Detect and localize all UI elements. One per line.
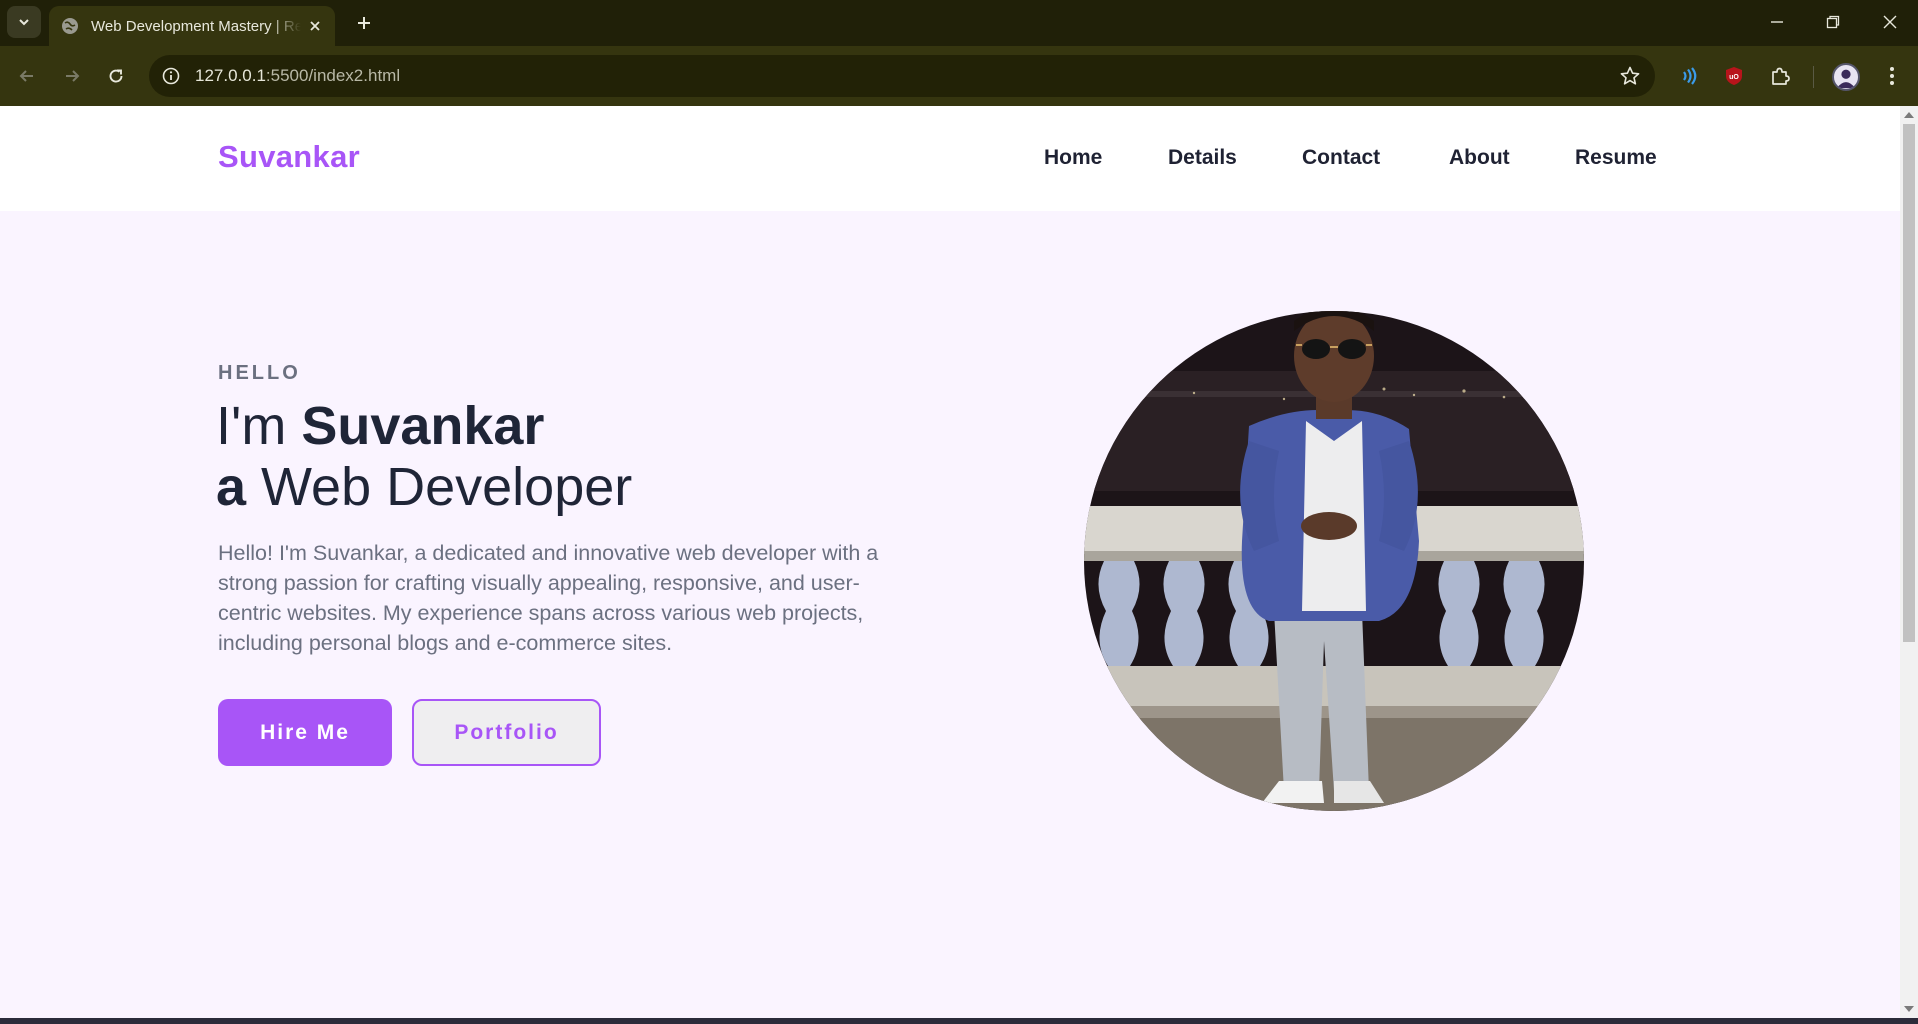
bookmark-star-icon[interactable] <box>1619 65 1641 87</box>
tab-search-button[interactable] <box>7 6 41 38</box>
hero-headline: I'm Suvankar a Web Developer <box>216 396 632 518</box>
arrow-right-icon <box>66 70 80 82</box>
close-icon <box>1883 15 1897 29</box>
globe-icon <box>62 18 78 34</box>
nav-about[interactable]: About <box>1449 146 1510 170</box>
scroll-up-arrow[interactable] <box>1904 112 1914 118</box>
close-window-button[interactable] <box>1862 0 1918 44</box>
headline-prefix: I'm <box>216 396 302 456</box>
forward-button[interactable] <box>56 60 88 92</box>
site-header: Suvankar Home Details Contact About Resu… <box>0 106 1900 211</box>
reload-icon <box>109 69 123 83</box>
close-icon <box>310 21 320 31</box>
profile-avatar[interactable] <box>1832 63 1860 91</box>
puzzle-icon <box>1772 67 1790 85</box>
minimize-icon <box>1771 21 1783 23</box>
url-host: 127.0.0.1 <box>195 66 266 85</box>
hero-bio: Hello! I'm Suvankar, a dedicated and inn… <box>218 541 879 655</box>
nav-contact[interactable]: Contact <box>1302 146 1380 170</box>
address-bar[interactable]: 127.0.0.1:5500/index2.html <box>149 55 1655 97</box>
shield-icon: uO <box>1726 67 1742 85</box>
scroll-down-arrow[interactable] <box>1904 1006 1914 1012</box>
headline-name: Suvankar <box>301 396 545 456</box>
signal-wave-icon <box>1683 67 1697 85</box>
page-viewport: Suvankar Home Details Contact About Resu… <box>0 106 1900 1018</box>
tab-title: Web Development Mastery | Re <box>91 17 301 35</box>
restore-icon <box>1826 15 1840 29</box>
url-path: :5500/index2.html <box>265 66 401 85</box>
page-scrollbar[interactable] <box>1900 106 1918 1018</box>
next-section-edge <box>0 1018 1918 1024</box>
restore-button[interactable] <box>1805 0 1861 44</box>
toolbar-separator <box>1813 66 1814 88</box>
browser-tab-bar: Web Development Mastery | Re <box>0 0 1918 46</box>
arrow-left-icon <box>19 70 33 82</box>
headline-article: a <box>216 457 247 517</box>
tab-close-button[interactable] <box>305 16 325 36</box>
reload-button[interactable] <box>100 60 132 92</box>
back-button[interactable] <box>11 60 43 92</box>
browser-toolbar: 127.0.0.1:5500/index2.html uO <box>0 46 1918 106</box>
nav-details[interactable]: Details <box>1168 146 1237 170</box>
plus-icon <box>358 17 370 29</box>
ublock-extension-button[interactable]: uO <box>1720 62 1748 90</box>
extension-wave-button[interactable] <box>1675 62 1703 90</box>
nav-resume[interactable]: Resume <box>1575 146 1657 170</box>
minimize-button[interactable] <box>1749 0 1805 44</box>
nav-home[interactable]: Home <box>1044 146 1102 170</box>
browser-tab-active[interactable]: Web Development Mastery | Re <box>49 6 335 46</box>
profile-photo-illustration <box>1084 311 1584 811</box>
site-info-icon[interactable] <box>161 66 181 86</box>
headline-role: Web Developer <box>246 457 633 517</box>
kebab-menu-icon <box>1890 67 1894 85</box>
svg-text:uO: uO <box>1729 74 1739 81</box>
chevron-down-icon <box>19 19 29 26</box>
hero-eyebrow: HELLO <box>218 362 301 384</box>
extensions-button[interactable] <box>1766 62 1794 90</box>
portfolio-button[interactable]: Portfolio <box>412 699 601 766</box>
url-text: 127.0.0.1:5500/index2.html <box>195 66 400 86</box>
site-logo[interactable]: Suvankar <box>218 139 360 175</box>
profile-photo <box>1084 311 1584 811</box>
new-tab-button[interactable] <box>350 9 378 37</box>
hire-me-button[interactable]: Hire Me <box>218 699 392 766</box>
browser-menu-button[interactable] <box>1876 60 1908 92</box>
scrollbar-thumb[interactable] <box>1903 124 1915 642</box>
profile-icon <box>1836 69 1856 89</box>
